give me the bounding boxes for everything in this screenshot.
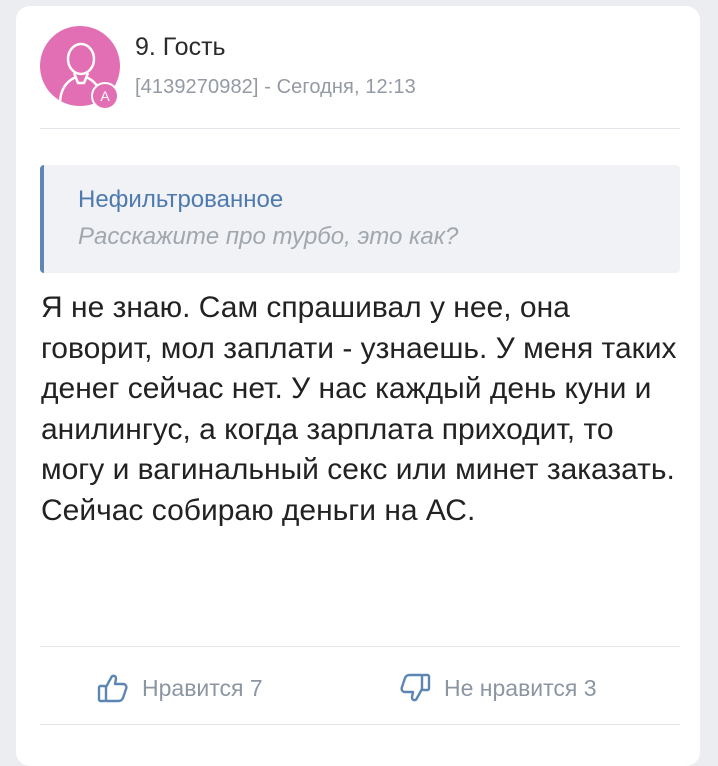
like-label: Нравится 7 [142, 674, 263, 701]
quote-text: Расскажите про турбо, это как? [78, 223, 459, 250]
post-actions: Нравится 7 Не нравится 3 [16, 664, 700, 710]
post-meta: [4139270982] - Сегодня, 12:13 [135, 76, 416, 98]
footer-divider [40, 646, 680, 647]
quoted-question: Нефильтрованное Расскажите про турбо, эт… [40, 165, 680, 273]
author-name[interactable]: 9. Гость [135, 33, 226, 62]
bottom-divider [40, 724, 680, 725]
anonymous-badge: A [91, 82, 119, 110]
thumbs-down-icon [398, 671, 432, 705]
quote-title[interactable]: Нефильтрованное [78, 186, 283, 214]
post-body: Я не знаю. Сам спрашивал у нее, она гово… [41, 291, 677, 527]
like-button[interactable]: Нравится 7 [96, 670, 263, 706]
quote-accent-bar [40, 165, 44, 273]
dislike-label: Не нравится 3 [444, 674, 597, 701]
header-divider [40, 128, 680, 129]
thumbs-up-icon [96, 671, 130, 705]
post-card: A 9. Гость [4139270982] - Сегодня, 12:13… [16, 6, 700, 766]
dislike-button[interactable]: Не нравится 3 [398, 670, 597, 706]
